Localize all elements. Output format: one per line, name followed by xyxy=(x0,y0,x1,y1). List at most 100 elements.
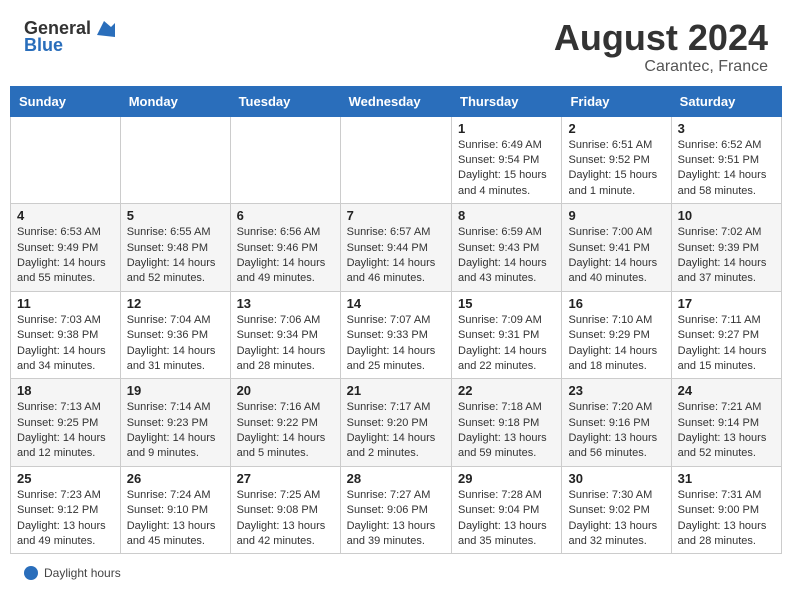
day-info: Sunrise: 6:55 AM Sunset: 9:48 PM Dayligh… xyxy=(127,225,224,287)
calendar-cell: 3Sunrise: 6:52 AM Sunset: 9:51 PM Daylig… xyxy=(671,116,781,204)
calendar-cell: 30Sunrise: 7:30 AM Sunset: 9:02 PM Dayli… xyxy=(562,466,671,554)
day-number: 22 xyxy=(458,383,555,398)
day-info: Sunrise: 7:04 AM Sunset: 9:36 PM Dayligh… xyxy=(127,313,224,375)
calendar-cell: 7 Sunrise: 6:57 AM Sunset: 9:44 PM Daylig… xyxy=(340,204,451,292)
calendar-week-row: 18Sunrise: 7:13 AM Sunset: 9:25 PM Dayli… xyxy=(11,379,782,467)
calendar-cell: 25 Sunrise: 7:23 AM Sunset: 9:12 PM Dayli… xyxy=(11,466,121,554)
calendar-cell: 21 Sunrise: 7:17 AM Sunset: 9:20 PM Dayli… xyxy=(340,379,451,467)
day-info: Sunrise: 7:16 AM Sunset: 9:22 PM Dayligh… xyxy=(237,400,334,462)
logo: General Blue xyxy=(24,18,115,56)
day-number: 26 xyxy=(127,471,224,486)
calendar-cell: 26 Sunrise: 7:24 AM Sunset: 9:10 PM Dayli… xyxy=(120,466,230,554)
day-number: 15 xyxy=(458,296,555,311)
day-number: 31 xyxy=(678,471,775,486)
day-number: 13 xyxy=(237,296,334,311)
calendar-cell xyxy=(120,116,230,204)
calendar-week-row: 4Sunrise: 6:53 AM Sunset: 9:49 PM Daylig… xyxy=(11,204,782,292)
day-info: Sunrise: 6:51 AM Sunset: 9:52 PM Dayligh… xyxy=(568,138,664,200)
day-number: 7 xyxy=(347,208,445,223)
day-number: 11 xyxy=(17,296,114,311)
calendar-cell: 22Sunrise: 7:18 AM Sunset: 9:18 PM Dayli… xyxy=(452,379,562,467)
day-of-week-header: Monday xyxy=(120,86,230,116)
day-number: 2 xyxy=(568,121,664,136)
day-info: Sunrise: 6:57 AM Sunset: 9:44 PM Dayligh… xyxy=(347,225,445,287)
day-number: 9 xyxy=(568,208,664,223)
calendar-cell xyxy=(230,116,340,204)
day-info: Sunrise: 6:53 AM Sunset: 9:49 PM Dayligh… xyxy=(17,225,114,287)
day-info: Sunrise: 7:24 AM Sunset: 9:10 PM Dayligh… xyxy=(127,488,224,550)
day-number: 29 xyxy=(458,471,555,486)
calendar-cell: 8 Sunrise: 6:59 AM Sunset: 9:43 PM Daylig… xyxy=(452,204,562,292)
calendar-body: 1 Sunrise: 6:49 AM Sunset: 9:54 PM Daylig… xyxy=(11,116,782,554)
footer-dot xyxy=(24,566,38,580)
calendar-cell: 9 Sunrise: 7:00 AM Sunset: 9:41 PM Daylig… xyxy=(562,204,671,292)
calendar-cell: 6Sunrise: 6:56 AM Sunset: 9:46 PM Daylig… xyxy=(230,204,340,292)
calendar-wrapper: SundayMondayTuesdayWednesdayThursdayFrid… xyxy=(0,86,792,555)
day-number: 1 xyxy=(458,121,555,136)
day-of-week-header: Tuesday xyxy=(230,86,340,116)
day-number: 8 xyxy=(458,208,555,223)
calendar-table: SundayMondayTuesdayWednesdayThursdayFrid… xyxy=(10,86,782,555)
day-number: 10 xyxy=(678,208,775,223)
day-number: 14 xyxy=(347,296,445,311)
calendar-cell: 14 Sunrise: 7:07 AM Sunset: 9:33 PM Dayli… xyxy=(340,291,451,379)
calendar-cell: 12 Sunrise: 7:04 AM Sunset: 9:36 PM Dayli… xyxy=(120,291,230,379)
days-of-week-row: SundayMondayTuesdayWednesdayThursdayFrid… xyxy=(11,86,782,116)
day-info: Sunrise: 7:31 AM Sunset: 9:00 PM Dayligh… xyxy=(678,488,775,550)
day-info: Sunrise: 7:25 AM Sunset: 9:08 PM Dayligh… xyxy=(237,488,334,550)
day-of-week-header: Saturday xyxy=(671,86,781,116)
calendar-cell: 18Sunrise: 7:13 AM Sunset: 9:25 PM Dayli… xyxy=(11,379,121,467)
title-block: August 2024 Carantec, France xyxy=(554,18,768,76)
day-info: Sunrise: 7:07 AM Sunset: 9:33 PM Dayligh… xyxy=(347,313,445,375)
day-info: Sunrise: 7:00 AM Sunset: 9:41 PM Dayligh… xyxy=(568,225,664,287)
calendar-cell xyxy=(11,116,121,204)
calendar-cell: 27 Sunrise: 7:25 AM Sunset: 9:08 PM Dayli… xyxy=(230,466,340,554)
day-number: 12 xyxy=(127,296,224,311)
day-number: 27 xyxy=(237,471,334,486)
calendar-header: SundayMondayTuesdayWednesdayThursdayFrid… xyxy=(11,86,782,116)
day-of-week-header: Thursday xyxy=(452,86,562,116)
day-info: Sunrise: 7:17 AM Sunset: 9:20 PM Dayligh… xyxy=(347,400,445,462)
calendar-cell xyxy=(340,116,451,204)
day-number: 5 xyxy=(127,208,224,223)
day-info: Sunrise: 6:49 AM Sunset: 9:54 PM Dayligh… xyxy=(458,138,555,200)
day-number: 25 xyxy=(17,471,114,486)
day-number: 23 xyxy=(568,383,664,398)
day-info: Sunrise: 6:59 AM Sunset: 9:43 PM Dayligh… xyxy=(458,225,555,287)
footer: Daylight hours xyxy=(0,562,792,588)
calendar-cell: 19 Sunrise: 7:14 AM Sunset: 9:23 PM Dayli… xyxy=(120,379,230,467)
day-number: 6 xyxy=(237,208,334,223)
calendar-cell: 1 Sunrise: 6:49 AM Sunset: 9:54 PM Daylig… xyxy=(452,116,562,204)
calendar-cell: 10 Sunrise: 7:02 AM Sunset: 9:39 PM Dayli… xyxy=(671,204,781,292)
day-of-week-header: Sunday xyxy=(11,86,121,116)
day-info: Sunrise: 7:14 AM Sunset: 9:23 PM Dayligh… xyxy=(127,400,224,462)
calendar-week-row: 25 Sunrise: 7:23 AM Sunset: 9:12 PM Dayli… xyxy=(11,466,782,554)
calendar-cell: 2 Sunrise: 6:51 AM Sunset: 9:52 PM Daylig… xyxy=(562,116,671,204)
calendar-cell: 29 Sunrise: 7:28 AM Sunset: 9:04 PM Dayli… xyxy=(452,466,562,554)
day-info: Sunrise: 7:11 AM Sunset: 9:27 PM Dayligh… xyxy=(678,313,775,375)
day-number: 20 xyxy=(237,383,334,398)
day-info: Sunrise: 7:28 AM Sunset: 9:04 PM Dayligh… xyxy=(458,488,555,550)
day-info: Sunrise: 7:23 AM Sunset: 9:12 PM Dayligh… xyxy=(17,488,114,550)
day-of-week-header: Wednesday xyxy=(340,86,451,116)
day-number: 18 xyxy=(17,383,114,398)
day-number: 17 xyxy=(678,296,775,311)
day-info: Sunrise: 7:21 AM Sunset: 9:14 PM Dayligh… xyxy=(678,400,775,462)
calendar-cell: 17 Sunrise: 7:11 AM Sunset: 9:27 PM Dayli… xyxy=(671,291,781,379)
day-info: Sunrise: 7:09 AM Sunset: 9:31 PM Dayligh… xyxy=(458,313,555,375)
day-of-week-header: Friday xyxy=(562,86,671,116)
day-number: 21 xyxy=(347,383,445,398)
page-header: General Blue August 2024 Carantec, Franc… xyxy=(0,0,792,86)
day-info: Sunrise: 7:06 AM Sunset: 9:34 PM Dayligh… xyxy=(237,313,334,375)
calendar-cell: 15 Sunrise: 7:09 AM Sunset: 9:31 PM Dayli… xyxy=(452,291,562,379)
calendar-cell: 24 Sunrise: 7:21 AM Sunset: 9:14 PM Dayli… xyxy=(671,379,781,467)
calendar-cell: 16Sunrise: 7:10 AM Sunset: 9:29 PM Dayli… xyxy=(562,291,671,379)
calendar-week-row: 11 Sunrise: 7:03 AM Sunset: 9:38 PM Dayli… xyxy=(11,291,782,379)
day-number: 19 xyxy=(127,383,224,398)
day-number: 16 xyxy=(568,296,664,311)
day-info: Sunrise: 6:52 AM Sunset: 9:51 PM Dayligh… xyxy=(678,138,775,200)
calendar-cell: 4Sunrise: 6:53 AM Sunset: 9:49 PM Daylig… xyxy=(11,204,121,292)
day-info: Sunrise: 7:02 AM Sunset: 9:39 PM Dayligh… xyxy=(678,225,775,287)
day-number: 24 xyxy=(678,383,775,398)
day-info: Sunrise: 7:03 AM Sunset: 9:38 PM Dayligh… xyxy=(17,313,114,375)
